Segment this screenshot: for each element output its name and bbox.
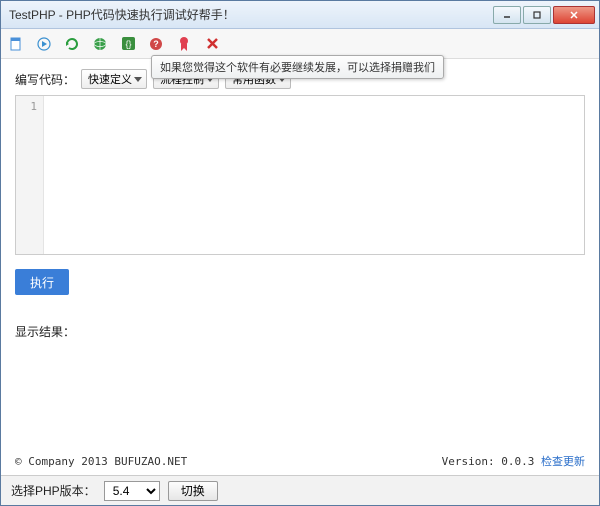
toolbar: {} ? 如果您觉得这个软件有必要继续发展，可以选择捐赠我们 [1, 29, 599, 59]
code-editor[interactable]: 1 [15, 95, 585, 255]
switch-button[interactable]: 切换 [168, 481, 218, 501]
donate-tooltip: 如果您觉得这个软件有必要继续发展，可以选择捐赠我们 [151, 55, 444, 79]
version-number: 0.0.3 [501, 455, 534, 468]
help-icon[interactable]: ? [147, 35, 165, 53]
svg-text:{}: {} [125, 39, 131, 49]
window-title: TestPHP - PHP代码快速执行调试好帮手！ [5, 6, 493, 23]
footer: © Company 2013 BUFUZAO.NET Version: 0.0.… [15, 449, 585, 469]
check-update-link[interactable]: 检查更新 [541, 455, 585, 468]
minimize-button[interactable] [493, 6, 521, 24]
code-icon[interactable]: {} [119, 35, 137, 53]
select-version-label: 选择PHP版本： [11, 482, 96, 499]
quick-define-dropdown[interactable]: 快速定义 [81, 69, 147, 89]
code-textarea[interactable] [44, 96, 584, 254]
app-window: TestPHP - PHP代码快速执行调试好帮手！ {} ? 如果您觉得这个软件… [0, 0, 600, 506]
play-icon[interactable] [35, 35, 53, 53]
globe-icon[interactable] [91, 35, 109, 53]
line-gutter: 1 [16, 96, 44, 254]
titlebar: TestPHP - PHP代码快速执行调试好帮手！ [1, 1, 599, 29]
content-area: 编写代码： 快速定义 流程控制 常用函数 1 执行 显示结果： © Compan… [1, 59, 599, 475]
window-controls [493, 6, 595, 24]
version-area: Version: 0.0.3 检查更新 [442, 453, 585, 469]
copyright-text: © Company 2013 BUFUZAO.NET [15, 455, 187, 468]
write-code-label: 编写代码： [15, 71, 75, 88]
cancel-icon[interactable] [203, 35, 221, 53]
maximize-button[interactable] [523, 6, 551, 24]
svg-text:?: ? [153, 39, 159, 49]
status-bar: 选择PHP版本： 5.4 切换 [1, 475, 599, 505]
php-version-select[interactable]: 5.4 [104, 481, 160, 501]
ribbon-icon[interactable] [175, 35, 193, 53]
version-label: Version: [442, 455, 502, 468]
new-file-icon[interactable] [7, 35, 25, 53]
line-number: 1 [16, 100, 37, 113]
run-button[interactable]: 执行 [15, 269, 69, 295]
close-button[interactable] [553, 6, 595, 24]
refresh-icon[interactable] [63, 35, 81, 53]
result-label: 显示结果： [15, 323, 585, 340]
